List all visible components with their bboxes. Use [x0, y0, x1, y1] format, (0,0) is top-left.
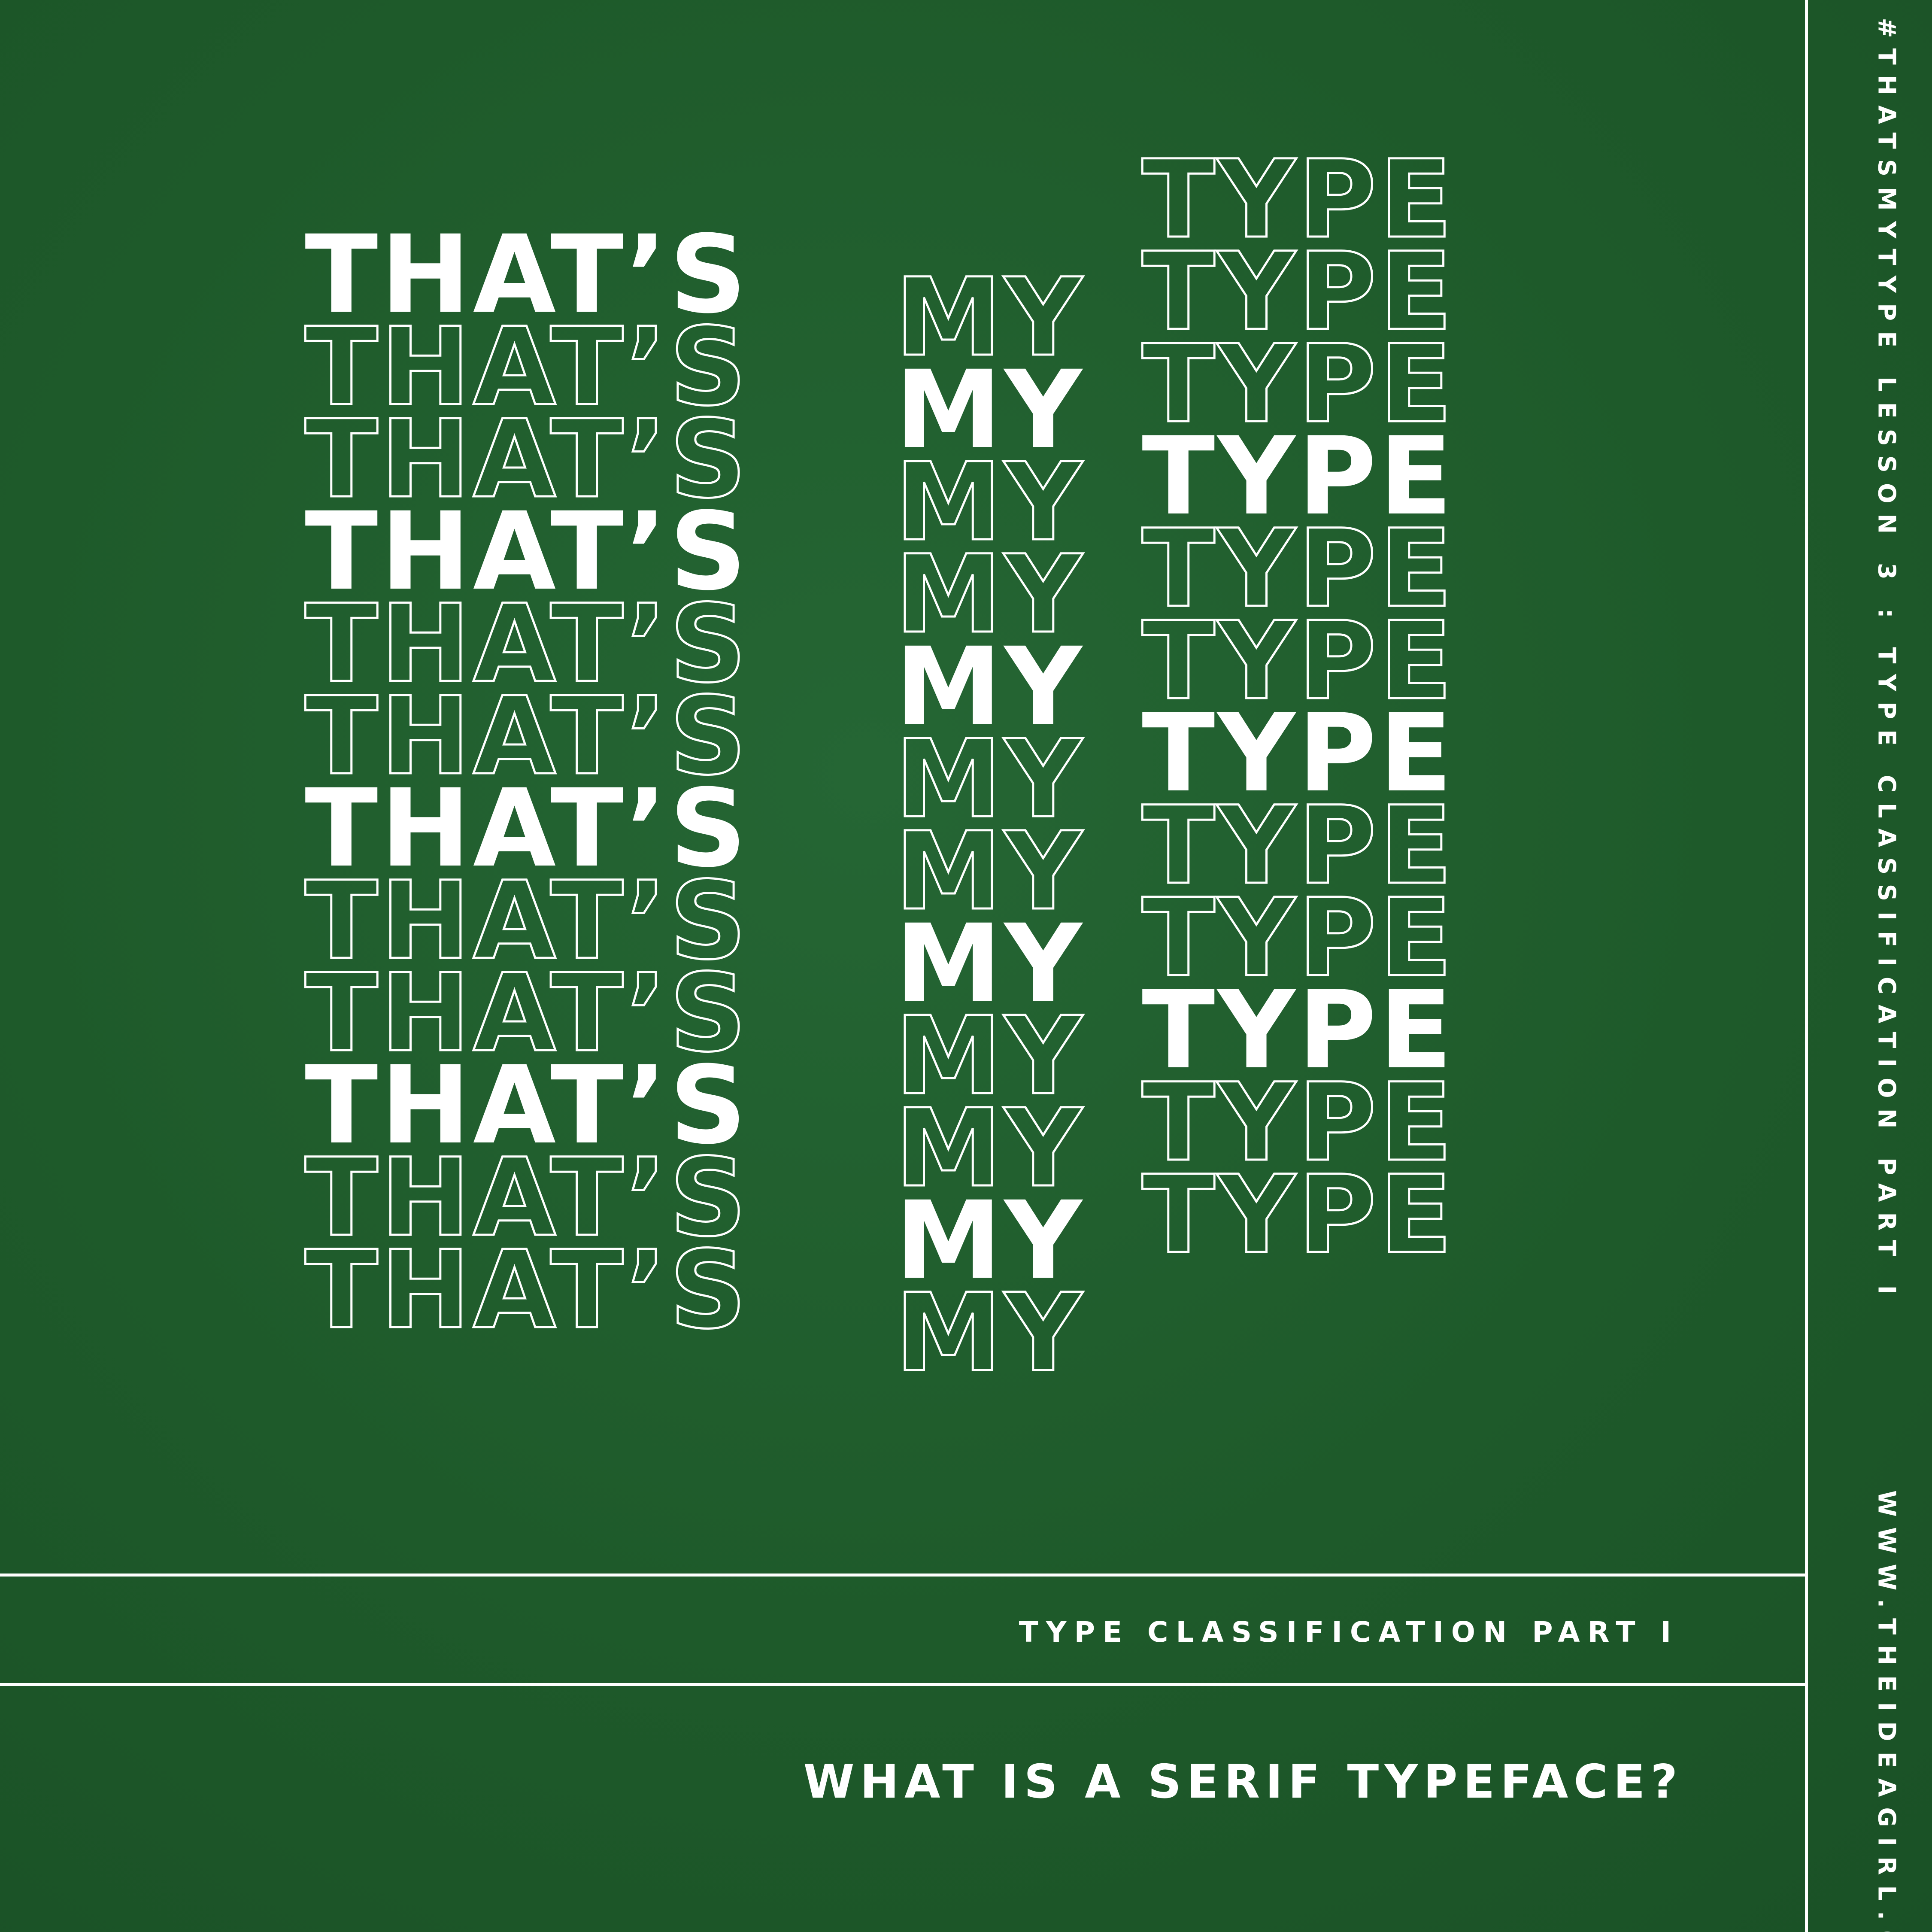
side-url-text: WWW.THEIDEAGIRL.CO: [1872, 1490, 1901, 1932]
side-lesson-text: #THATSMYTYPE LESSON 3 : TYPE CLASSIFICAT…: [1872, 18, 1901, 1305]
subtitle: TYPE CLASSIFICATION PART I: [1019, 1616, 1679, 1649]
headline-type: TYPE: [1141, 1152, 1455, 1277]
headline-thats: THAT’S: [303, 1227, 749, 1352]
side-divider: [1805, 0, 1808, 1932]
top-divider: [0, 1574, 1808, 1577]
bottom-divider: [0, 1683, 1808, 1686]
headline-my: MY: [894, 1270, 1085, 1395]
question-heading: WHAT IS A SERIF TYPEFACE?: [803, 1755, 1683, 1809]
poster: THAT’S TYPE THAT’S MY TYPE THAT’S MY TYPE THAT’S…: [0, 0, 1932, 1932]
